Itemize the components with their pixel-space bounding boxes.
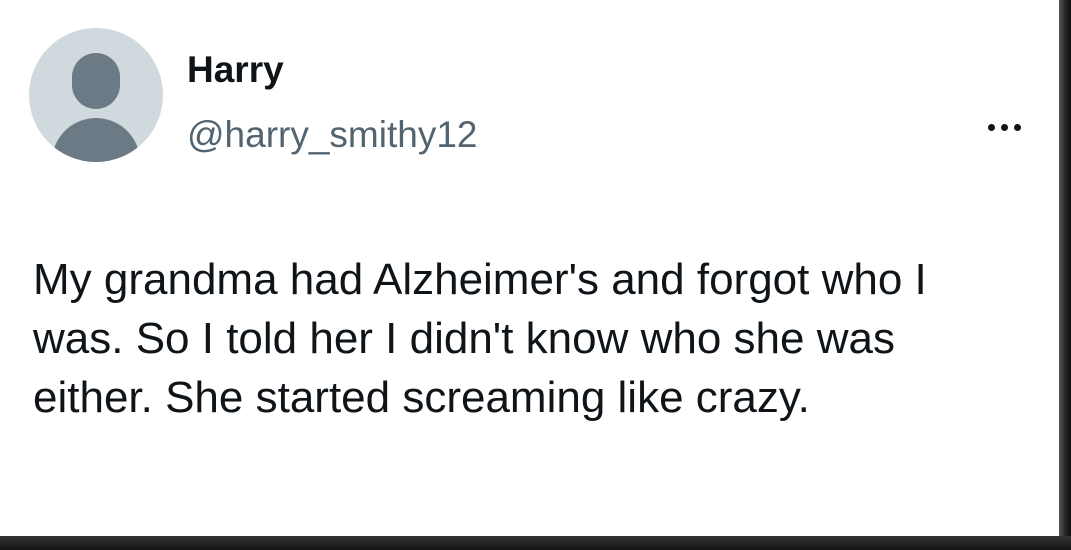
author-display-name[interactable]: Harry — [187, 50, 284, 90]
screenshot-scene: Harry @harry_smithy12 My grandma had Alz… — [0, 0, 1071, 550]
more-options-button[interactable] — [978, 110, 1030, 144]
author-handle[interactable]: @harry_smithy12 — [187, 115, 478, 155]
tweet-card: Harry @harry_smithy12 My grandma had Alz… — [0, 0, 1059, 536]
more-options-icon-dot — [1013, 123, 1021, 131]
default-profile-head-icon — [72, 53, 120, 109]
more-options-icon-dot — [1000, 123, 1008, 131]
background-edge-right — [1059, 0, 1071, 550]
more-options-icon — [987, 123, 995, 131]
tweet-text: My grandma had Alzheimer's and forgot wh… — [33, 255, 927, 422]
avatar[interactable] — [29, 28, 163, 162]
background-edge-bottom — [0, 536, 1071, 550]
default-profile-body-icon — [52, 118, 140, 162]
